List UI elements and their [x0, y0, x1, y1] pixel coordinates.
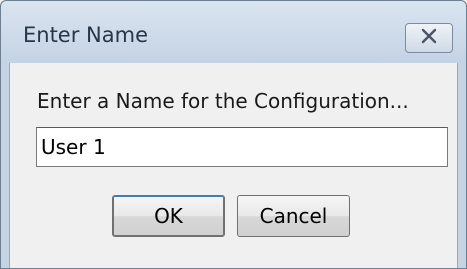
dialog-body: Enter a Name for the Configuration... OK…	[9, 63, 458, 268]
close-button[interactable]	[405, 23, 453, 53]
cancel-button[interactable]: Cancel	[237, 195, 350, 237]
name-input[interactable]	[36, 127, 448, 167]
close-icon	[420, 28, 438, 48]
enter-name-dialog: Enter Name Enter a Name for the Configur…	[0, 0, 467, 269]
title-bar[interactable]: Enter Name	[1, 1, 466, 63]
ok-button[interactable]: OK	[112, 195, 225, 237]
dialog-title: Enter Name	[23, 23, 148, 47]
prompt-label: Enter a Name for the Configuration...	[37, 89, 409, 113]
